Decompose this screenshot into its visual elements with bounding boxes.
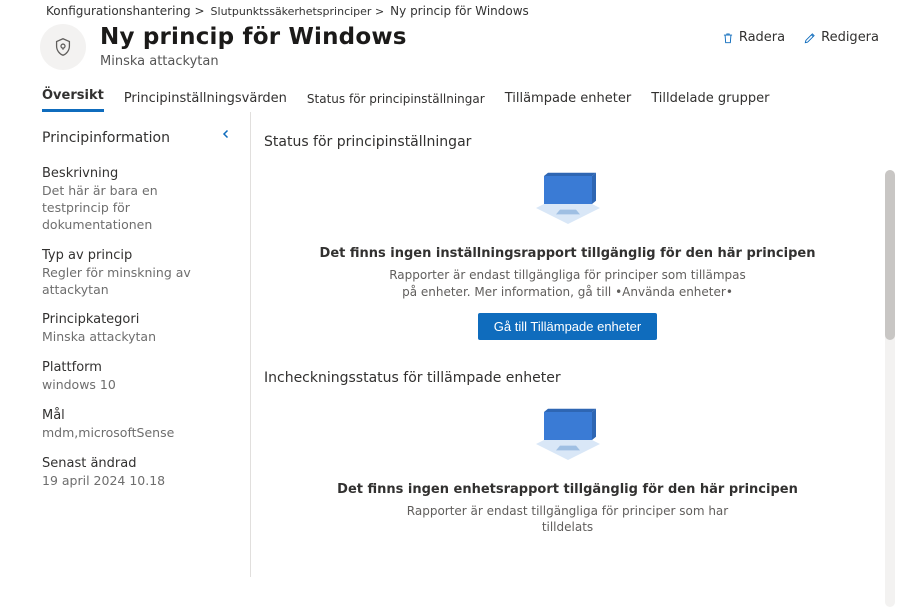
tab-assigned-groups[interactable]: Tilldelade grupper (651, 87, 769, 112)
pencil-icon (803, 31, 817, 45)
policy-shield-icon (40, 24, 86, 70)
target-label: Mål (42, 408, 226, 423)
page-title: Ny princip för Windows (100, 24, 407, 50)
policy-category-value: Minska attackytan (42, 329, 226, 346)
settings-status-empty-sub: Rapporter är endast tillgängliga för pri… (388, 267, 748, 301)
policy-info-panel: Principinformation Beskrivning Det här ä… (0, 112, 236, 577)
main-panel: Status för principinställningar Det finn… (236, 112, 899, 577)
page-header: Ny princip för Windows Minska attackytan… (0, 18, 899, 74)
policy-category-label: Principkategori (42, 312, 226, 327)
platform-label: Plattform (42, 360, 226, 375)
chevron-left-icon (220, 128, 232, 140)
last-modified-label: Senast ändrad (42, 456, 226, 471)
breadcrumb: Konfigurationshantering > Slutpunktssäke… (0, 0, 899, 18)
last-modified-value: 19 april 2024 10.18 (42, 473, 226, 490)
tab-settings-status[interactable]: Status för principinställningar (307, 88, 485, 112)
tab-overview[interactable]: Översikt (42, 84, 104, 112)
breadcrumb-item-1[interactable]: Konfigurationshantering > (46, 4, 205, 18)
monitor-icon (528, 168, 608, 232)
tabs: Översikt Principinställningsvärden Statu… (0, 74, 899, 112)
breadcrumb-item-3: Ny princip för Windows (390, 4, 529, 18)
settings-status-empty: Det finns ingen inställningsrapport till… (264, 168, 871, 366)
description-label: Beskrivning (42, 166, 226, 181)
breadcrumb-item-2[interactable]: Slutpunktssäkerhetsprinciper > (211, 5, 385, 18)
page-subtitle: Minska attackytan (100, 54, 407, 69)
edit-button[interactable]: Redigera (803, 30, 879, 45)
trash-icon (721, 31, 735, 45)
tab-applied-devices[interactable]: Tillämpade enheter (505, 87, 632, 112)
settings-status-empty-title: Det finns ingen inställningsrapport till… (304, 246, 831, 261)
target-value: mdm,microsoftSense (42, 425, 226, 442)
scrollbar-thumb[interactable] (885, 170, 895, 340)
policy-type-label: Typ av princip (42, 248, 226, 263)
checkin-status-empty-title: Det finns ingen enhetsrapport tillgängli… (304, 482, 831, 497)
monitor-icon (528, 404, 608, 468)
section-checkin-status-title: Incheckningsstatus för tillämpade enhete… (264, 370, 871, 386)
delete-button[interactable]: Radera (721, 30, 785, 45)
vertical-divider (250, 112, 251, 577)
description-value: Det här är bara en testprincip för dokum… (42, 183, 226, 234)
policy-type-value: Regler för minskning av attackytan (42, 265, 226, 299)
collapse-panel-button[interactable] (220, 128, 232, 144)
go-to-applied-devices-button[interactable]: Gå till Tillämpade enheter (478, 313, 657, 340)
delete-label: Radera (739, 30, 785, 45)
content-area: Principinformation Beskrivning Det här ä… (0, 112, 899, 577)
platform-value: windows 10 (42, 377, 226, 394)
section-settings-status-title: Status för principinställningar (264, 134, 871, 150)
policy-info-title: Principinformation (42, 130, 226, 146)
tab-settings-values[interactable]: Principinställningsvärden (124, 87, 287, 112)
edit-label: Redigera (821, 30, 879, 45)
checkin-status-empty: Det finns ingen enhetsrapport tillgängli… (264, 404, 871, 575)
checkin-status-empty-sub: Rapporter är endast tillgängliga för pri… (388, 503, 748, 537)
